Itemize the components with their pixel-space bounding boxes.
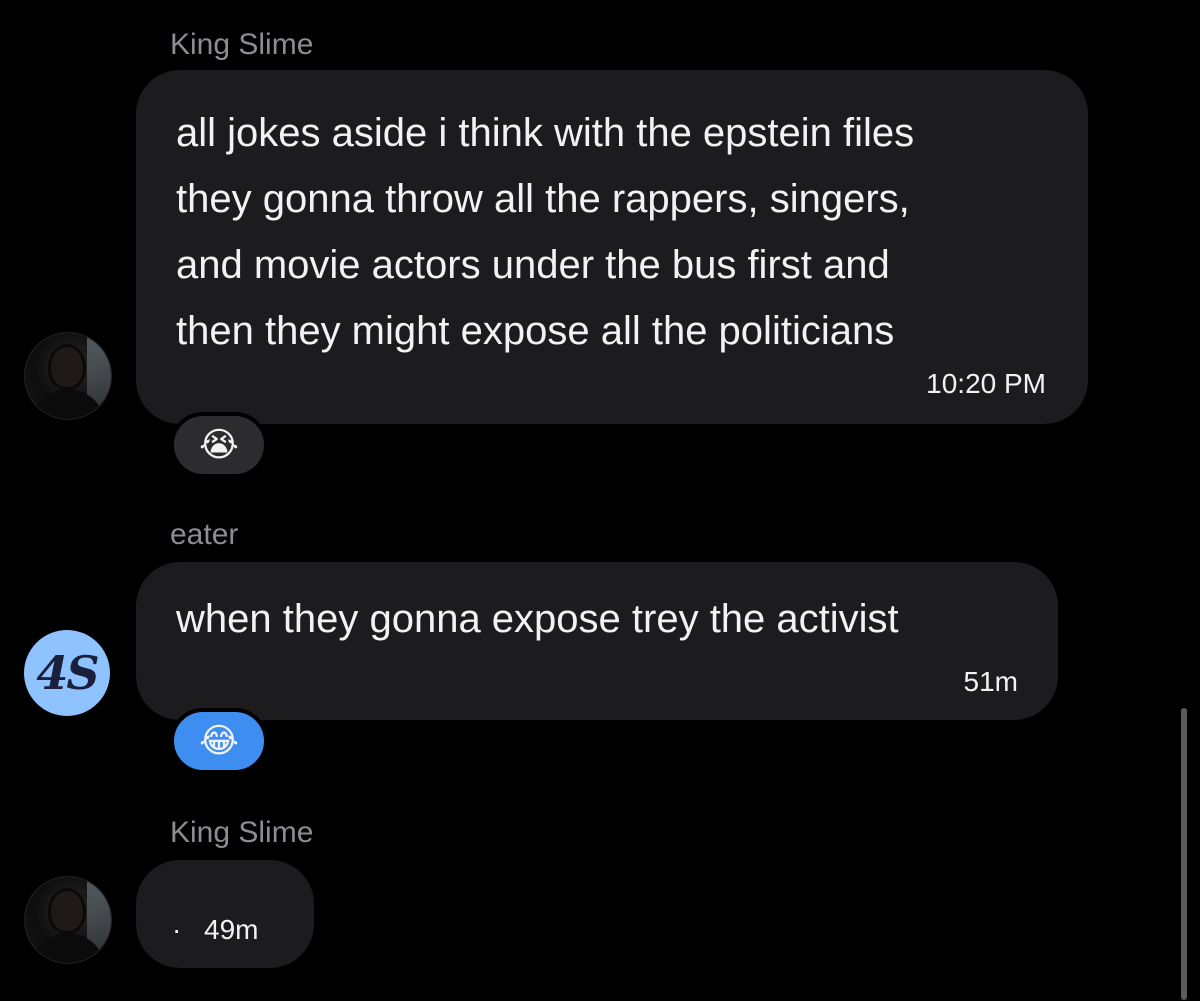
reaction-pill[interactable]: 😂: [170, 708, 268, 774]
scrollbar[interactable]: [1181, 708, 1187, 1000]
avatar[interactable]: 4S: [24, 630, 110, 716]
sender-name[interactable]: King Slime: [170, 818, 313, 848]
message-bubble[interactable]: · 49m: [136, 860, 314, 968]
sender-name[interactable]: eater: [170, 520, 238, 550]
message-bubble[interactable]: when they gonna expose trey the activist…: [136, 562, 1058, 720]
face-with-tears-of-joy-icon: 😂: [199, 722, 239, 760]
message-text: when they gonna expose trey the activist: [176, 597, 899, 641]
loudly-crying-face-icon: 😭: [199, 426, 239, 464]
message-timestamp: 10:20 PM: [926, 368, 1046, 399]
avatar-initials: 4S: [36, 646, 99, 700]
message-text: all jokes aside i think with the epstein…: [176, 111, 915, 353]
avatar[interactable]: [24, 876, 112, 964]
message-timestamp: 49m: [204, 914, 259, 945]
reaction-pill[interactable]: 😭: [170, 412, 268, 478]
message-timestamp: 51m: [963, 666, 1018, 697]
avatar[interactable]: [24, 332, 112, 420]
sender-name[interactable]: King Slime: [170, 30, 313, 60]
message-bubble[interactable]: all jokes aside i think with the epstein…: [136, 70, 1088, 424]
dot-separator: ·: [172, 914, 182, 945]
